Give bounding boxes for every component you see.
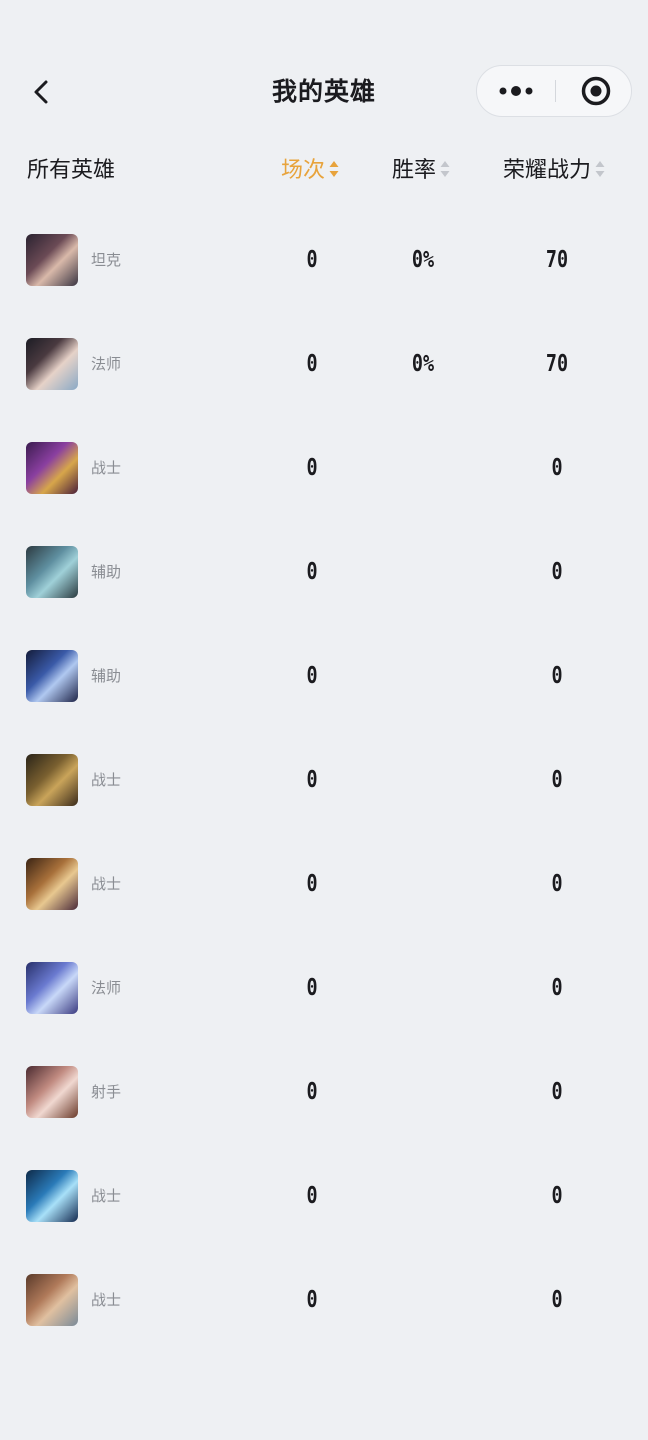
target-circle-icon (581, 76, 611, 106)
hero-winrate: 0% (411, 351, 435, 377)
hero-avatar (26, 754, 78, 806)
more-dots-icon (499, 86, 533, 96)
hero-power: 0 (551, 871, 563, 897)
hero-role: 射手 (91, 1083, 122, 1101)
close-button[interactable] (556, 66, 633, 116)
hero-games: 0 (306, 351, 318, 377)
table-header: 所有英雄 场次 胜率 荣耀战力 (0, 148, 648, 194)
hero-row[interactable]: 战士 0 0 (0, 1248, 648, 1352)
hero-row[interactable]: 辅助 0 0 (0, 520, 648, 624)
sort-active-icon (329, 161, 339, 177)
hero-power: 0 (551, 1079, 563, 1105)
hero-power: 0 (551, 455, 563, 481)
header-winrate-label: 胜率 (392, 158, 437, 183)
hero-games: 0 (306, 975, 318, 1001)
hero-power: 0 (551, 1183, 563, 1209)
hero-avatar (26, 1066, 78, 1118)
hero-avatar (26, 1274, 78, 1326)
hero-row[interactable]: 辅助 0 0 (0, 624, 648, 728)
header-winrate-sort[interactable]: 胜率 (392, 148, 450, 194)
hero-role: 辅助 (91, 667, 122, 685)
hero-role: 法师 (91, 979, 122, 997)
hero-role: 战士 (91, 771, 122, 789)
hero-role: 坦克 (91, 251, 122, 269)
header-games-sort[interactable]: 场次 (281, 148, 339, 194)
hero-games: 0 (306, 663, 318, 689)
hero-avatar (26, 1170, 78, 1222)
header-all-heroes[interactable]: 所有英雄 (27, 148, 115, 194)
top-nav-bar: 我的英雄 (0, 60, 648, 124)
hero-row[interactable]: 战士 0 0 (0, 728, 648, 832)
hero-avatar (26, 858, 78, 910)
hero-row[interactable]: 战士 0 0 (0, 1144, 648, 1248)
hero-games: 0 (306, 1079, 318, 1105)
hero-avatar (26, 546, 78, 598)
hero-row[interactable]: 战士 0 0 (0, 416, 648, 520)
hero-avatar (26, 338, 78, 390)
sort-icon (595, 161, 605, 177)
hero-avatar (26, 962, 78, 1014)
hero-power: 0 (551, 1287, 563, 1313)
mini-program-capsule (476, 65, 632, 117)
hero-games: 0 (306, 871, 318, 897)
hero-winrate: 0% (411, 247, 435, 273)
header-power-label: 荣耀战力 (503, 158, 592, 183)
hero-games: 0 (306, 1287, 318, 1313)
hero-role: 战士 (91, 1291, 122, 1309)
hero-games: 0 (306, 455, 318, 481)
hero-row[interactable]: 坦克 0 0% 70 (0, 208, 648, 312)
hero-avatar (26, 234, 78, 286)
hero-power: 0 (551, 559, 563, 585)
hero-games: 0 (306, 247, 318, 273)
hero-role: 辅助 (91, 563, 122, 581)
hero-power: 70 (545, 351, 569, 377)
hero-avatar (26, 442, 78, 494)
header-games-label: 场次 (281, 158, 326, 183)
hero-avatar (26, 650, 78, 702)
hero-games: 0 (306, 767, 318, 793)
hero-power: 0 (551, 975, 563, 1001)
hero-row[interactable]: 法师 0 0 (0, 936, 648, 1040)
hero-row[interactable]: 射手 0 0 (0, 1040, 648, 1144)
more-button[interactable] (477, 66, 555, 116)
hero-role: 战士 (91, 459, 122, 477)
hero-power: 70 (545, 247, 569, 273)
hero-power: 0 (551, 767, 563, 793)
hero-list: 坦克 0 0% 70 法师 0 0% 70 战士 0 0 辅助 0 0 辅助 0… (0, 208, 648, 1352)
hero-role: 法师 (91, 355, 122, 373)
hero-power: 0 (551, 663, 563, 689)
hero-row[interactable]: 战士 0 0 (0, 832, 648, 936)
hero-games: 0 (306, 559, 318, 585)
hero-role: 战士 (91, 1187, 122, 1205)
sort-icon (440, 161, 450, 177)
hero-role: 战士 (91, 875, 122, 893)
header-power-sort[interactable]: 荣耀战力 (503, 148, 605, 194)
hero-games: 0 (306, 1183, 318, 1209)
hero-row[interactable]: 法师 0 0% 70 (0, 312, 648, 416)
